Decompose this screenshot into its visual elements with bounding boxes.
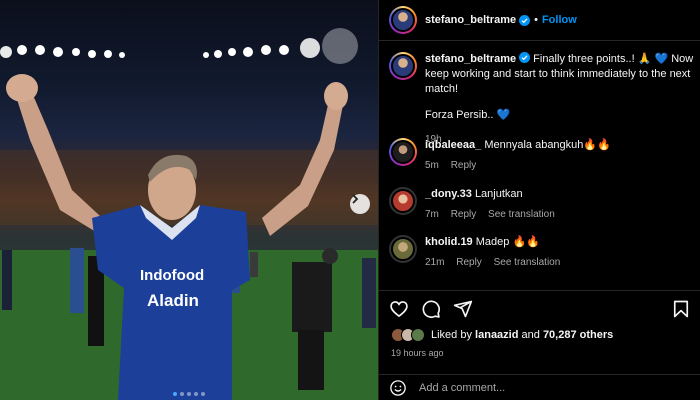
author-username[interactable]: stefano_beltrame — [425, 14, 516, 26]
reply-button[interactable]: Reply — [451, 209, 477, 220]
caption-username[interactable]: stefano_beltrame — [425, 53, 516, 65]
comment-item: kholid.19 Madep 🔥🔥 21m Reply See transla… — [389, 235, 699, 270]
post-header: stefano_beltrame • Follow — [379, 0, 700, 41]
carousel-dot[interactable] — [194, 392, 198, 396]
comment-text: Mennyala abangkuh🔥🔥 — [484, 139, 611, 151]
header-separator: • — [534, 14, 538, 26]
emoji-icon[interactable] — [389, 379, 407, 397]
post-actions: Liked by lanaazid and 70,287 others 19 h… — [379, 290, 700, 358]
heart-icon[interactable] — [389, 299, 409, 319]
comment-avatar[interactable] — [389, 138, 417, 166]
follow-button[interactable]: Follow — [542, 14, 577, 26]
comment-icon[interactable] — [421, 299, 441, 319]
carousel-next-button[interactable] — [350, 194, 370, 214]
post-photo[interactable]: Indofood Aladin — [0, 0, 378, 400]
verified-badge-icon — [519, 52, 531, 63]
comment-username[interactable]: iqbaleeaa_ — [425, 139, 481, 151]
comment-time: 21m — [425, 257, 445, 268]
post-timestamp: 19 hours ago — [391, 348, 444, 358]
comment-username[interactable]: kholid.19 — [425, 236, 473, 248]
chevron-right-icon — [352, 194, 359, 204]
comment-time: 5m — [425, 160, 439, 171]
see-translation-button[interactable]: See translation — [494, 257, 561, 268]
likes-connector: and — [521, 329, 540, 341]
jersey-sponsor-1: Indofood — [140, 267, 204, 284]
comment-time: 7m — [425, 209, 439, 220]
reply-button[interactable]: Reply — [451, 160, 477, 171]
bookmark-icon[interactable] — [671, 299, 691, 319]
likes-user[interactable]: lanaazid — [475, 329, 518, 341]
caption-text-line2: Forza Persib.. 💙 — [425, 109, 511, 121]
carousel-dot[interactable] — [173, 392, 177, 396]
likes-summary: Liked by lanaazid and 70,287 others — [379, 327, 700, 343]
jersey-sponsor-2: Aladin — [147, 291, 199, 310]
verified-badge-icon — [519, 14, 531, 26]
carousel-dot[interactable] — [187, 392, 191, 396]
post-caption: stefano_beltrame Finally three points..!… — [389, 52, 699, 147]
add-comment-input[interactable] — [419, 381, 659, 394]
photo-scene: Indofood Aladin — [0, 28, 378, 400]
liker-avatar — [411, 328, 425, 342]
caption-author-avatar[interactable] — [389, 52, 417, 80]
comment-item: iqbaleeaa_ Mennyala abangkuh🔥🔥 5m Reply — [389, 138, 699, 173]
add-comment-bar — [379, 374, 700, 400]
reply-button[interactable]: Reply — [456, 257, 482, 268]
likes-others[interactable]: 70,287 others — [543, 329, 613, 341]
author-avatar[interactable] — [389, 6, 417, 34]
comment-item: _dony.33 Lanjutkan 7m Reply See translat… — [389, 187, 699, 222]
carousel-dot[interactable] — [180, 392, 184, 396]
comment-avatar[interactable] — [389, 187, 417, 215]
share-icon[interactable] — [453, 299, 473, 319]
comment-username[interactable]: _dony.33 — [425, 188, 472, 200]
likes-prefix: Liked by — [431, 329, 472, 341]
stadium-lights — [0, 28, 358, 64]
liker-avatars — [391, 328, 425, 342]
carousel-dots — [0, 392, 378, 396]
comments-list[interactable]: stefano_beltrame Finally three points..!… — [379, 42, 700, 290]
post-panel: stefano_beltrame • Follow stefano_beltra… — [378, 0, 700, 400]
carousel-dot[interactable] — [201, 392, 205, 396]
comment-text: Madep 🔥🔥 — [475, 236, 540, 248]
comment-avatar[interactable] — [389, 235, 417, 263]
see-translation-button[interactable]: See translation — [488, 209, 555, 220]
comment-text: Lanjutkan — [474, 188, 523, 200]
